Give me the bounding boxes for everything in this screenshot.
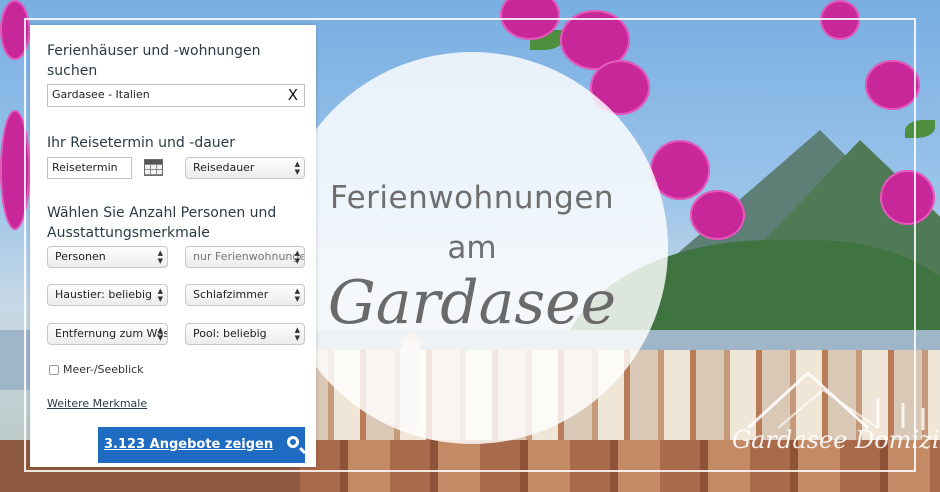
persons-select[interactable]: Personen ▲ ▼ xyxy=(47,246,168,268)
select-arrows-icon: ▲ ▼ xyxy=(294,249,300,265)
search-icon xyxy=(287,436,299,448)
date-heading: Ihr Reisetermin und -dauer xyxy=(47,135,236,151)
banner-title-line1: Ferienwohnungen xyxy=(329,180,615,216)
pets-select-value: Haustier: beliebig xyxy=(55,288,153,301)
pool-select[interactable]: Pool: beliebig ▲ ▼ xyxy=(185,323,305,345)
banner-title-line3: Gardasee xyxy=(327,268,617,338)
distance-select[interactable]: Entfernung zum Wasser ▲▼ xyxy=(47,323,168,345)
show-offers-button[interactable]: 3.123 Angebote zeigen xyxy=(98,427,305,463)
search-panel: Ferienhäuser und -wohnungen suchen Garda… xyxy=(30,25,316,467)
sea-view-label: Meer-/Seeblick xyxy=(63,363,144,376)
calendar-icon[interactable] xyxy=(144,159,163,176)
property-type-select-value: nur Ferienwohnungen xyxy=(193,250,305,263)
pets-select[interactable]: Haustier: beliebig ▲ ▼ xyxy=(47,284,168,306)
banner-title-line2: am xyxy=(447,230,497,266)
show-offers-label: 3.123 Angebote zeigen xyxy=(104,437,274,452)
select-arrows-icon: ▲ ▼ xyxy=(294,326,300,342)
bedrooms-select[interactable]: Schlafzimmer ▲ ▼ xyxy=(185,284,305,306)
duration-select[interactable]: Reisedauer ▲ ▼ xyxy=(185,157,305,179)
distance-select-value: Entfernung zum Wasser xyxy=(55,327,168,340)
bedrooms-select-value: Schlafzimmer xyxy=(193,288,269,301)
sea-view-checkbox[interactable] xyxy=(49,365,59,375)
destination-field[interactable]: Gardasee - Italien X xyxy=(47,84,305,107)
more-features-link[interactable]: Weitere Merkmale xyxy=(47,397,147,410)
pool-select-value: Pool: beliebig xyxy=(193,327,267,340)
clear-icon[interactable]: X xyxy=(288,85,298,105)
destination-value: Gardasee - Italien xyxy=(52,88,150,101)
property-type-select[interactable]: nur Ferienwohnungen ▲ ▼ xyxy=(185,246,305,268)
duration-select-value: Reisedauer xyxy=(193,161,255,174)
select-arrows-icon: ▲ ▼ xyxy=(294,287,300,303)
brand-wordmark: Gardasee Domizil xyxy=(732,426,940,454)
select-arrows-icon: ▲ ▼ xyxy=(157,249,163,265)
select-arrows-icon: ▲ ▼ xyxy=(157,287,163,303)
travel-date-placeholder: Reisetermin xyxy=(52,161,118,174)
select-arrows-icon: ▲ ▼ xyxy=(294,160,300,176)
persons-heading: Wählen Sie Anzahl Personen und Ausstattu… xyxy=(47,205,277,241)
persons-select-value: Personen xyxy=(55,250,106,263)
travel-date-field[interactable]: Reisetermin xyxy=(47,157,132,179)
destination-heading: Ferienhäuser und -wohnungen suchen xyxy=(47,43,261,79)
select-arrows-icon: ▲ ▼ xyxy=(157,326,163,342)
